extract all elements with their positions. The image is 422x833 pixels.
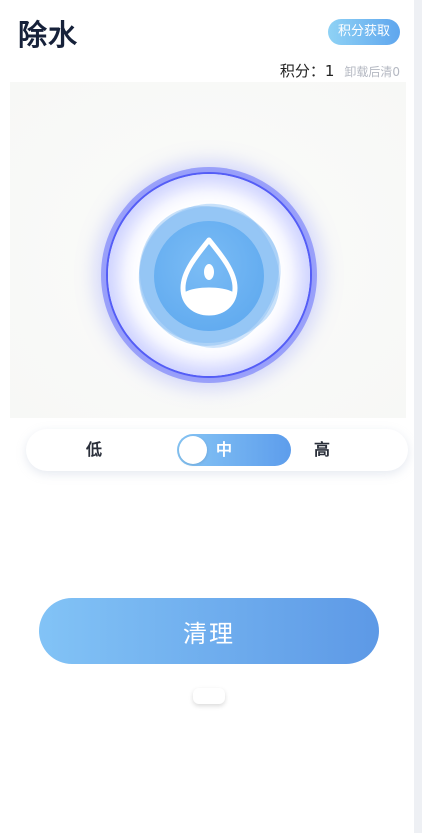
level-low[interactable]: 低 [64,429,124,471]
points-count: 积分：1 [279,62,335,80]
level-selector: 低 中 高 [26,429,408,471]
points-note: 卸载后清0 [344,65,400,79]
clean-button[interactable]: 清理 [39,598,379,664]
level-mid[interactable]: 中 [194,429,254,471]
points-info: 积分：1 卸载后清0 [280,60,400,81]
app-screen: 除水 积分获取 积分：1 卸载后清0 低 中 高 清理 [0,0,414,833]
bottom-handle[interactable] [193,688,225,704]
get-points-button[interactable]: 积分获取 [327,19,400,45]
page-title: 除水 [18,18,79,52]
level-high[interactable]: 高 [292,429,352,471]
screen-edge [414,0,422,833]
water-drop-icon [180,237,238,316]
